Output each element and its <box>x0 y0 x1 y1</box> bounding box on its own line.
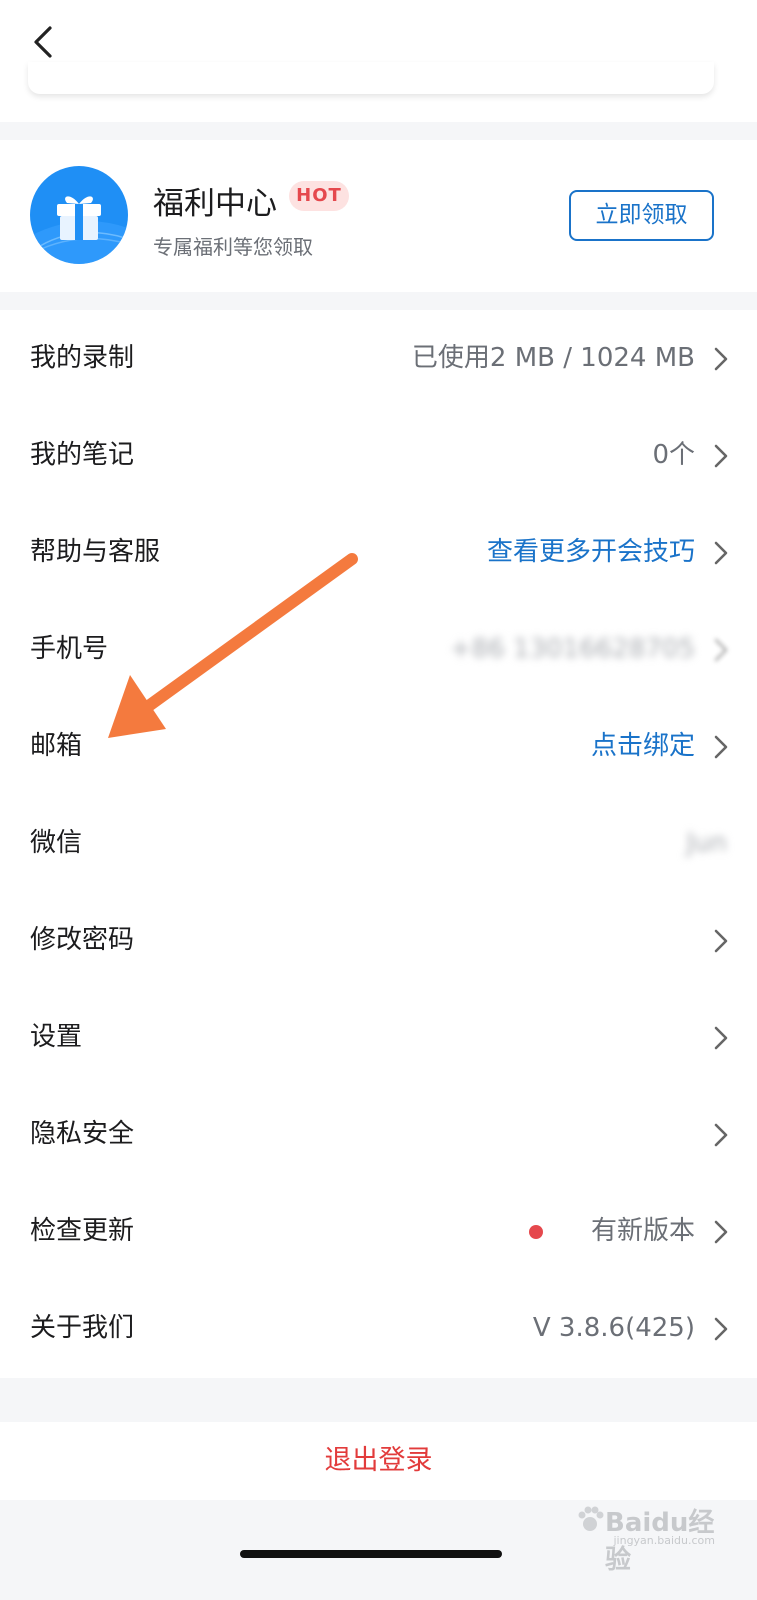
menu-item-wechat[interactable]: 微信 Jun <box>0 795 757 892</box>
menu-item-label: 修改密码 <box>30 925 135 955</box>
chevron-right-icon <box>714 735 728 759</box>
menu-item-label: 手机号 <box>30 634 109 664</box>
paw-logo-icon <box>578 1506 604 1531</box>
chevron-right-icon <box>714 1026 728 1050</box>
chevron-right-icon <box>714 541 728 565</box>
menu-item-value: 已使用2 MB / 1024 MB <box>411 343 695 373</box>
logout-button[interactable]: 退出登录 <box>0 1422 757 1500</box>
home-indicator[interactable] <box>240 1550 502 1558</box>
menu-item-about[interactable]: 关于我们 V 3.8.6(425) <box>0 1280 757 1377</box>
menu-item-value: 0个 <box>652 440 695 470</box>
menu-item-label: 我的录制 <box>30 343 135 373</box>
menu-item-phone[interactable]: 手机号 +86 13016628705 <box>0 601 757 698</box>
chevron-right-icon <box>714 1317 728 1341</box>
menu-item-check-update[interactable]: 检查更新 有新版本 <box>0 1183 757 1280</box>
menu-item-change-password[interactable]: 修改密码 <box>0 892 757 989</box>
chevron-right-icon <box>714 347 728 371</box>
new-version-dot <box>529 1225 543 1239</box>
menu-item-email[interactable]: 邮箱 点击绑定 <box>0 698 757 795</box>
menu-item-privacy[interactable]: 隐私安全 <box>0 1086 757 1183</box>
top-bar <box>0 0 757 122</box>
chevron-right-icon <box>714 1123 728 1147</box>
menu-item-value: 有新版本 <box>590 1216 695 1246</box>
menu-item-label: 我的笔记 <box>30 440 135 470</box>
menu-item-label: 关于我们 <box>30 1313 135 1343</box>
menu-item-value: 点击绑定 <box>590 731 695 761</box>
menu-item-notes[interactable]: 我的笔记 0个 <box>0 407 757 504</box>
gift-icon <box>30 166 128 264</box>
menu-item-label: 隐私安全 <box>30 1119 135 1149</box>
chevron-right-icon <box>714 1220 728 1244</box>
menu-item-value: Jun <box>686 828 727 858</box>
welfare-center-card[interactable]: 福利中心 HOT 专属福利等您领取 立即领取 <box>0 140 757 292</box>
menu-item-recordings[interactable]: 我的录制 已使用2 MB / 1024 MB <box>0 310 757 407</box>
baidu-watermark: Baidu经验 jingyan.baidu.com <box>575 1502 715 1575</box>
menu-item-label: 邮箱 <box>30 731 83 761</box>
menu-item-label: 检查更新 <box>30 1216 135 1246</box>
welfare-subtitle: 专属福利等您领取 <box>153 235 313 259</box>
hot-badge: HOT <box>289 181 349 211</box>
back-button[interactable] <box>26 20 66 64</box>
menu-item-settings[interactable]: 设置 <box>0 989 757 1086</box>
menu-item-help[interactable]: 帮助与客服 查看更多开会技巧 <box>0 504 757 601</box>
chevron-right-icon <box>714 929 728 953</box>
logout-label: 退出登录 <box>324 1445 433 1476</box>
settings-list: 我的录制 已使用2 MB / 1024 MB 我的笔记 0个 帮助与客服 查看更… <box>0 310 757 1378</box>
welfare-title: 福利中心 <box>153 186 277 222</box>
chevron-right-icon <box>714 638 728 662</box>
menu-item-value: 查看更多开会技巧 <box>486 537 695 567</box>
menu-item-label: 设置 <box>30 1022 83 1052</box>
profile-card-bottom <box>28 62 714 94</box>
watermark-url: jingyan.baidu.com <box>613 1534 715 1547</box>
chevron-right-icon <box>714 444 728 468</box>
claim-now-button[interactable]: 立即领取 <box>569 190 714 241</box>
menu-item-value: +86 13016628705 <box>449 634 695 664</box>
menu-item-label: 微信 <box>30 828 83 858</box>
menu-item-label: 帮助与客服 <box>30 537 161 567</box>
menu-item-value: V 3.8.6(425) <box>532 1313 695 1343</box>
chevron-left-icon <box>34 26 52 58</box>
